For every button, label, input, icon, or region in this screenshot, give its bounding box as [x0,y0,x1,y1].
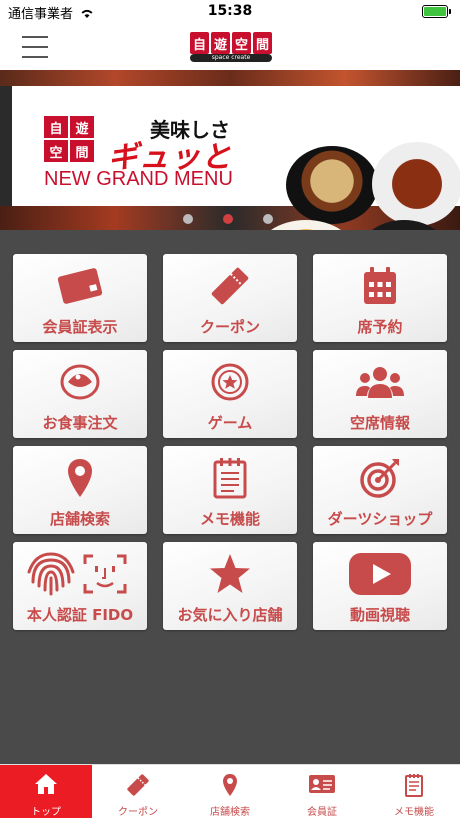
banner-stripe [0,70,460,86]
coupon-button[interactable]: クーポン [163,254,297,342]
clock: 15:38 [207,3,253,19]
banner-subtitle: NEW GRAND MENU [44,168,233,190]
people-icon [356,367,404,398]
vacancy-info-button[interactable]: 空席情報 [313,350,447,438]
curry-plate-icon [60,364,100,400]
ramen-image [286,146,378,224]
tab-store-search[interactable]: 店舗検索 [184,765,276,818]
logo-char: 間 [253,32,272,54]
status-bar: 通信事業者 15:38 [0,0,460,24]
medal-icon [211,363,249,401]
dart-target-icon [360,459,399,498]
coupon-icon [127,774,149,796]
coupon-icon [211,267,249,305]
food-order-button[interactable]: お食事注文 [13,350,147,438]
tab-coupon[interactable]: クーポン [92,765,184,818]
member-card-icon [57,268,103,304]
id-card-icon [309,775,335,793]
brand-logo: 自 遊 空 間 space create [190,32,272,62]
play-video-icon [349,553,411,595]
memo-button[interactable]: メモ機能 [163,446,297,534]
store-search-button[interactable]: 店舗検索 [13,446,147,534]
video-button[interactable]: 動画視聴 [313,542,447,630]
fingerprint-faceid-icon [27,552,127,596]
curry-image [372,142,460,226]
map-pin-icon [223,774,237,796]
calendar-icon [364,267,396,304]
map-pin-icon [68,459,92,497]
tab-memo[interactable]: メモ機能 [368,765,460,818]
logo-subtitle: space create [190,54,272,62]
star-icon [210,554,250,593]
home-icon [35,774,57,794]
logo-char: 自 [190,32,209,54]
tab-bar: トップ クーポン 店舗検索 会員証 メモ機能 [0,764,460,818]
logo-char: 空 [232,32,251,54]
promo-banner[interactable]: 自 遊 空 間 美味しさ ギュッと NEW GRAND MENU [0,70,460,230]
fido-auth-button[interactable]: 本人認証 FIDO [13,542,147,630]
header: 自 遊 空 間 space create [0,24,460,70]
menu-icon[interactable] [22,36,48,58]
tab-top[interactable]: トップ [0,765,92,818]
battery-icon [422,5,451,18]
darts-shop-button[interactable]: ダーツショップ [313,446,447,534]
memo-icon [405,774,423,797]
carousel-dots [183,214,273,224]
member-card-button[interactable]: 会員証表示 [13,254,147,342]
logo-char: 遊 [211,32,230,54]
carousel-dot[interactable] [183,214,193,224]
game-button[interactable]: ゲーム [163,350,297,438]
tab-member-card[interactable]: 会員証 [276,765,368,818]
seat-reservation-button[interactable]: 席予約 [313,254,447,342]
favorite-stores-button[interactable]: お気に入り店舗 [163,542,297,630]
carousel-dot-active[interactable] [223,214,233,224]
menu-grid: 会員証表示 クーポン 席予約 お食事注文 ゲーム 空席情報 店舗検索 メモ機能 … [0,230,460,764]
carousel-dot[interactable] [263,214,273,224]
banner-logo: 自 遊 空 間 [44,116,94,162]
memo-icon [213,458,247,499]
